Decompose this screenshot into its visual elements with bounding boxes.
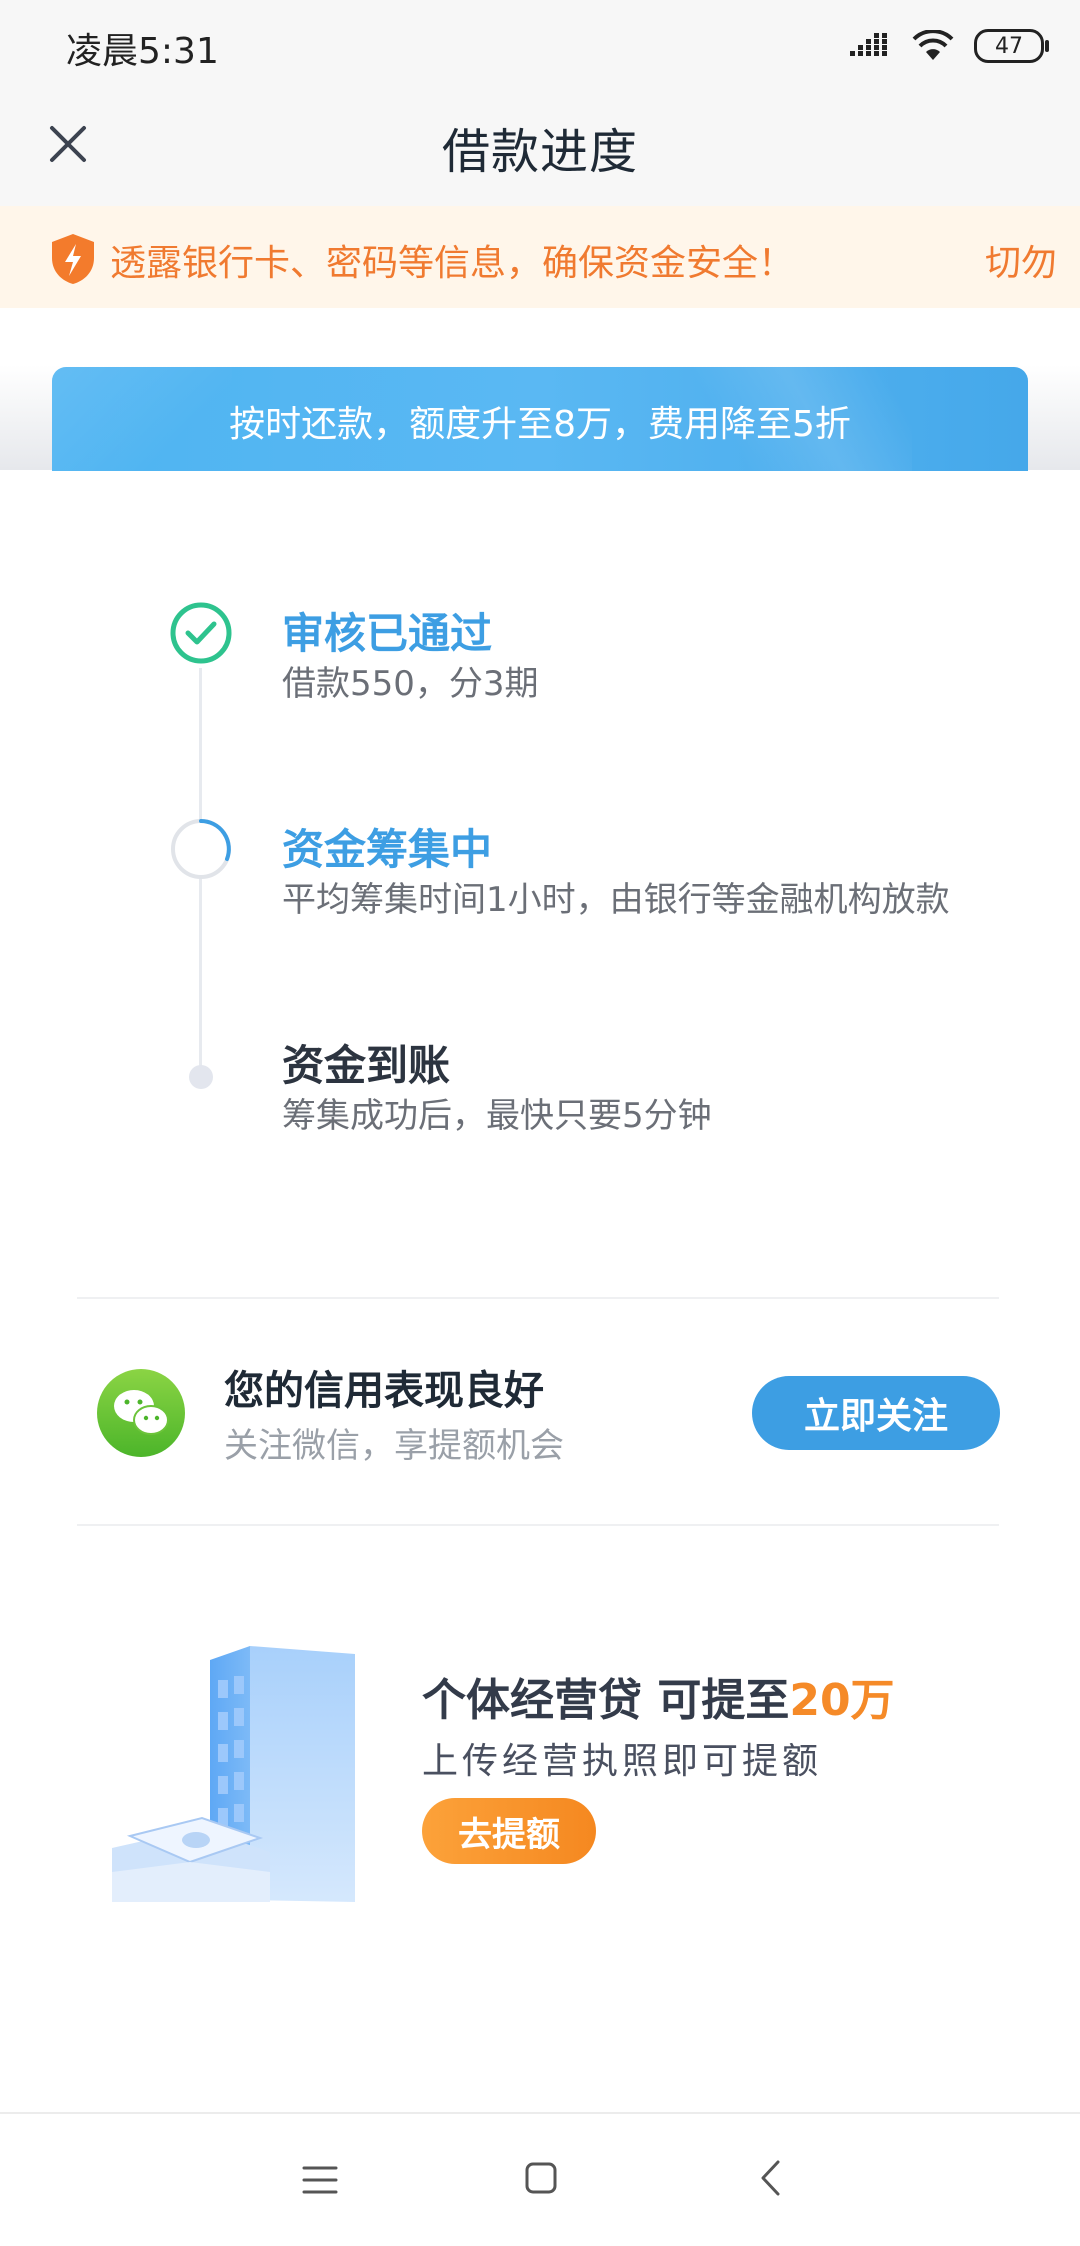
status-icons: 47 [850, 26, 1049, 66]
check-circle-icon [170, 602, 232, 664]
wifi-icon [912, 30, 954, 60]
step-title: 审核已通过 [282, 609, 493, 658]
shield-icon [52, 234, 94, 284]
loan-card-title: 个体经营贷 可提至20万 [422, 1664, 895, 1728]
back-icon[interactable] [758, 2158, 782, 2198]
notice-text: 透露银行卡、密码等信息，确保资金安全！ [110, 243, 795, 284]
promo-text: 按时还款，额度升至8万，费用降至5折 [229, 404, 851, 445]
follow-button[interactable]: 立即关注 [752, 1376, 1000, 1450]
nav-bar: 借款进度 [0, 92, 1080, 206]
status-time: 凌晨5:31 [66, 31, 219, 72]
battery-icon: 47 [974, 29, 1049, 63]
status-bar: 凌晨5:31 47 [0, 0, 1080, 92]
divider [77, 1297, 999, 1299]
home-icon[interactable] [524, 2160, 558, 2196]
loan-title-text: 个体经营贷 可提至 [422, 1675, 790, 1726]
signal-icon [850, 33, 887, 56]
building-illustration [112, 1646, 355, 1902]
wechat-card-subtitle: 关注微信，享提额机会 [224, 1426, 564, 1466]
notice-text-continued: 切勿 [985, 243, 1058, 284]
step-title: 资金筹集中 [282, 825, 493, 874]
step-description: 借款550，分3期 [282, 664, 539, 704]
battery-level: 47 [995, 33, 1023, 59]
wechat-icon [97, 1369, 185, 1457]
security-notice: 透露银行卡、密码等信息，确保资金安全！ 切勿 [0, 206, 1080, 308]
page-title: 借款进度 [441, 124, 638, 180]
menu-icon[interactable] [300, 2162, 340, 2198]
divider [77, 1524, 999, 1526]
wechat-card-title: 您的信用表现良好 [224, 1368, 544, 1414]
system-nav-bar [0, 2112, 1080, 2246]
loan-card-subtitle: 上传经营执照即可提额 [422, 1741, 823, 1782]
step-description: 平均筹集时间1小时，由银行等金融机构放款 [282, 880, 950, 920]
step-description: 筹集成功后，最快只要5分钟 [282, 1096, 712, 1136]
loading-spinner-icon [171, 819, 231, 879]
step-title: 资金到账 [282, 1041, 451, 1090]
pending-dot-icon [189, 1065, 213, 1089]
promo-banner[interactable]: 按时还款，额度升至8万，费用降至5折 [52, 367, 1028, 471]
raise-limit-button[interactable]: 去提额 [422, 1798, 596, 1864]
loan-amount: 20万 [789, 1675, 895, 1726]
